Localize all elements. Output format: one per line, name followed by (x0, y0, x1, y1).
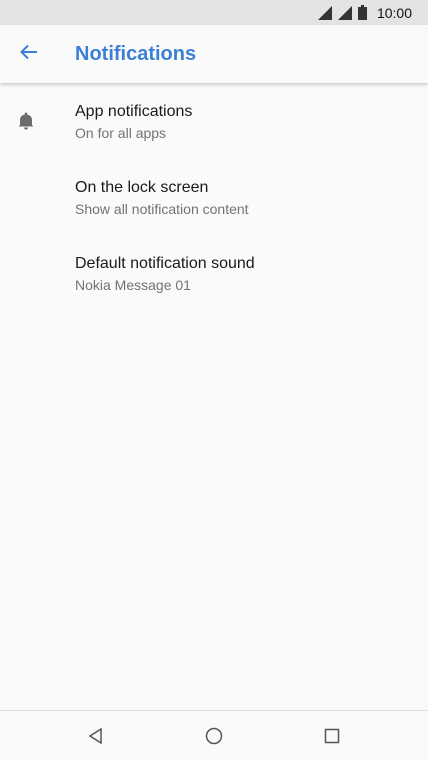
setting-summary: Nokia Message 01 (75, 277, 191, 293)
setting-text: On the lock screen Show all notification… (75, 178, 249, 220)
home-circle-icon[interactable] (203, 725, 225, 747)
setting-lock-screen[interactable]: On the lock screen Show all notification… (0, 164, 428, 240)
app-bar: Notifications (0, 25, 428, 83)
setting-title: Default notification sound (75, 255, 255, 272)
setting-summary: Show all notification content (75, 201, 249, 217)
back-button[interactable] (0, 25, 58, 83)
page-title: Notifications (75, 42, 197, 65)
status-time: 10:00 (376, 4, 412, 21)
signal-icon (337, 5, 352, 20)
setting-app-notifications[interactable]: App notifications On for all apps (0, 88, 428, 164)
setting-default-sound[interactable]: Default notification sound Nokia Message… (0, 240, 428, 316)
recents-square-icon[interactable] (321, 725, 343, 747)
settings-list: App notifications On for all apps On the… (0, 88, 428, 316)
setting-text: App notifications On for all apps (75, 102, 192, 144)
setting-summary: On for all apps (75, 125, 167, 141)
signal-icon (317, 5, 332, 20)
status-bar: 10:00 (0, 0, 428, 25)
back-triangle-icon[interactable] (85, 725, 107, 747)
bell-icon (15, 110, 37, 132)
setting-text: Default notification sound Nokia Message… (75, 254, 255, 296)
setting-title: On the lock screen (75, 179, 209, 196)
battery-icon (357, 5, 367, 20)
setting-title: App notifications (75, 103, 193, 120)
arrow-left-icon (20, 44, 38, 65)
navigation-bar (0, 710, 428, 760)
screen: 10:00 Notifications App notifications On… (0, 0, 428, 760)
